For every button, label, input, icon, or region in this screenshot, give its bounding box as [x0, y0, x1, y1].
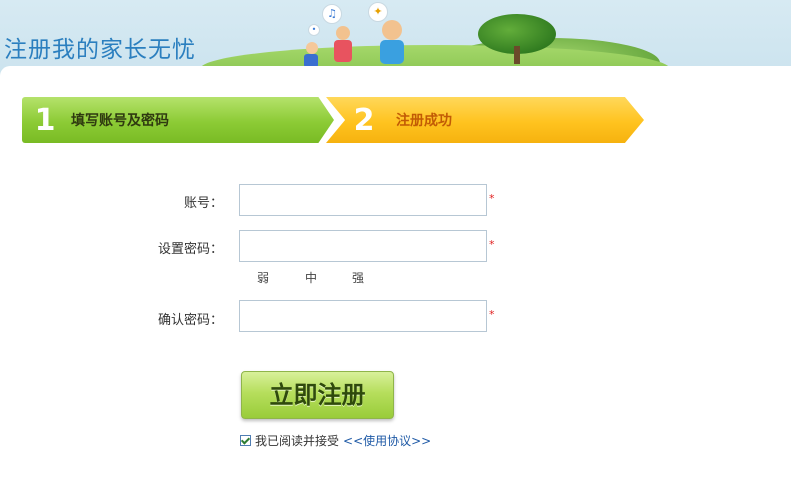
account-input[interactable]: [239, 184, 487, 216]
password-input[interactable]: [239, 230, 487, 262]
agree-checkbox[interactable]: [240, 435, 251, 446]
step-number: 1: [34, 102, 56, 138]
agreement-row: 我已阅读并接受 <<使用协议>>: [240, 432, 431, 449]
music-note-icon: ♫: [322, 4, 342, 24]
confirm-password-label: 确认密码：: [157, 313, 223, 328]
step-1: 1 填写账号及密码: [22, 97, 334, 143]
kid-illustration: [336, 26, 350, 40]
password-strength: 弱 中 强: [239, 269, 379, 285]
password-label: 设置密码：: [157, 242, 223, 257]
confirm-password-input[interactable]: [239, 300, 487, 332]
kid-illustration-body: [380, 40, 404, 64]
strength-strong: 强: [352, 271, 365, 285]
step-2: 2 注册成功: [326, 97, 644, 143]
page-title: 注册我的家长无忧: [4, 37, 196, 63]
step-label: 注册成功: [396, 113, 452, 129]
strength-medium: 中: [305, 271, 318, 285]
step-number: 2: [353, 102, 375, 138]
kid-illustration-body: [334, 40, 352, 62]
lightbulb-icon: ✦: [368, 2, 388, 22]
kid-illustration: [382, 20, 402, 40]
strength-weak: 弱: [257, 271, 270, 285]
step-label: 填写账号及密码: [71, 113, 169, 129]
kid-illustration: [306, 42, 318, 54]
required-mark: *: [489, 238, 495, 251]
register-button[interactable]: 立即注册: [241, 371, 394, 419]
agreement-text: 我已阅读并接受: [255, 434, 340, 448]
tree-trunk-icon: [514, 46, 520, 64]
small-bubble-icon: •: [308, 24, 320, 36]
account-label: 账号：: [183, 196, 223, 211]
terms-link[interactable]: <<使用协议>>: [343, 432, 431, 449]
required-mark: *: [489, 192, 495, 205]
required-mark: *: [489, 308, 495, 321]
